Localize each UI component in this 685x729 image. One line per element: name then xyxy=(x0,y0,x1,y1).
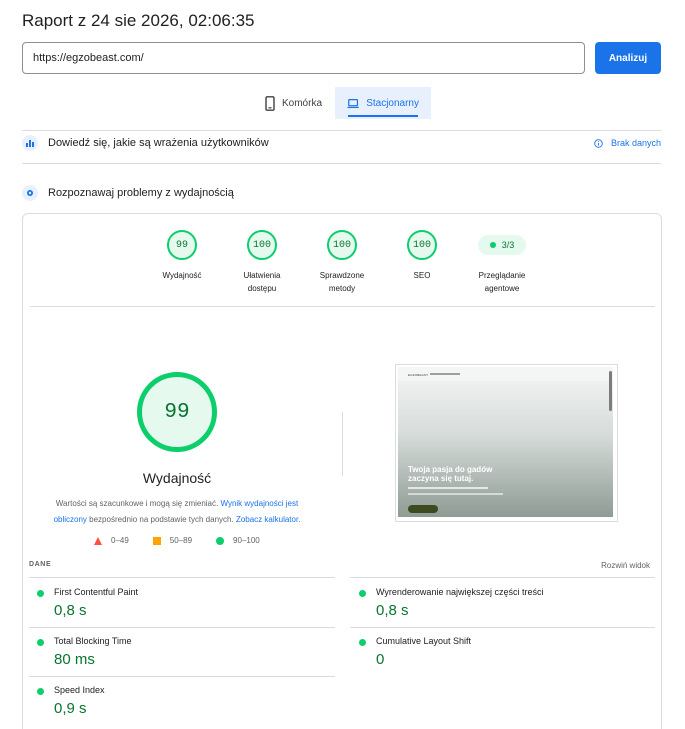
field-data-section: Dowiedź się, jakie są wrażenia użytkowni… xyxy=(22,135,661,151)
screenshot-nav xyxy=(430,373,460,375)
screenshot-image: EGZOBEAST Twoja pasja do gadów zaczyna s… xyxy=(398,367,613,517)
note-mid: bezpośrednio na podstawie tych danych. xyxy=(89,515,234,524)
metric-value: 0,8 s xyxy=(54,602,87,619)
pass-dot-icon xyxy=(359,639,366,646)
url-input[interactable] xyxy=(22,42,585,74)
laptop-icon xyxy=(347,98,359,108)
pass-dot-icon xyxy=(37,590,44,597)
category-label: Ułatwienia dostępu xyxy=(243,271,281,293)
metric-value: 0 xyxy=(376,651,385,668)
divider xyxy=(29,627,335,628)
note-prefix: Wartości są szacunkowe i mogą się zmieni… xyxy=(55,499,219,508)
category-score: 100 xyxy=(247,230,277,260)
metric-name: First Contentful Paint xyxy=(54,587,139,597)
pass-dot-icon xyxy=(489,242,496,248)
category-label: Sprawdzone metody xyxy=(319,271,365,293)
legend-fail: 0–49 xyxy=(94,536,129,545)
agentic-pill: 3/3 xyxy=(478,235,526,255)
category-score: 100 xyxy=(327,230,357,260)
category-score: 99 xyxy=(167,230,197,260)
expand-view-button[interactable]: Rozwiń widok xyxy=(601,561,650,570)
screenshot-subtext xyxy=(408,487,488,489)
tab-desktop[interactable]: Stacjonarny xyxy=(335,87,431,119)
divider xyxy=(350,627,655,628)
metric-value: 0,8 s xyxy=(376,602,409,619)
no-data-label: Brak danych xyxy=(610,138,661,148)
legend-average-label: 50–89 xyxy=(169,536,193,545)
pass-dot-icon xyxy=(37,688,44,695)
category-label: Wydajność xyxy=(162,271,202,280)
divider xyxy=(22,130,661,131)
metric-name: Speed Index xyxy=(54,685,105,695)
divider xyxy=(29,577,335,578)
divider xyxy=(22,163,661,164)
screenshot-scrollbar xyxy=(609,371,612,411)
category-best-practices[interactable]: 100 Sprawdzone metody xyxy=(297,230,387,295)
report-title: Raport z 24 sie 2026, 02:06:35 xyxy=(22,11,255,30)
legend-pass: 90–100 xyxy=(216,536,260,545)
circle-icon xyxy=(216,536,225,545)
category-score: 100 xyxy=(407,230,437,260)
active-tab-indicator xyxy=(348,115,418,117)
pass-dot-icon xyxy=(359,590,366,597)
metrics-header: DANE xyxy=(29,561,52,568)
final-screenshot[interactable]: EGZOBEAST Twoja pasja do gadów zaczyna s… xyxy=(395,364,618,522)
category-agentic-browsing[interactable]: 3/3 Przeglądanie agentowe xyxy=(457,230,547,295)
lab-data-title: Rozpoznawaj problemy z wydajnością xyxy=(48,187,234,199)
performance-gauge: 99 xyxy=(137,372,217,452)
divider xyxy=(350,577,655,578)
category-label: Przeglądanie agentowe xyxy=(478,271,526,293)
user-experience-icon xyxy=(22,135,38,151)
score-note: Wartości są szacunkowe i mogą się zmieni… xyxy=(46,496,308,528)
no-data-link[interactable]: Brak danych xyxy=(594,138,661,148)
category-accessibility[interactable]: 100 Ułatwienia dostępu xyxy=(217,230,307,295)
metric-value: 0,9 s xyxy=(54,700,87,717)
performance-label: Wydajność xyxy=(142,470,212,486)
score-legend: 0–49 50–89 90–100 xyxy=(94,536,284,545)
performance-icon xyxy=(22,185,38,201)
field-data-title: Dowiedź się, jakie są wrażenia użytkowni… xyxy=(48,137,269,149)
divider xyxy=(30,306,655,307)
legend-fail-label: 0–49 xyxy=(111,536,129,545)
metric-name: Cumulative Layout Shift xyxy=(376,636,472,646)
screenshot-cta xyxy=(408,505,438,513)
category-seo[interactable]: 100 SEO xyxy=(377,230,467,282)
triangle-icon xyxy=(94,536,102,545)
square-icon xyxy=(152,536,161,545)
info-icon xyxy=(594,138,603,148)
phone-icon xyxy=(265,95,275,111)
analyze-button[interactable]: Analizuj xyxy=(595,42,661,74)
pass-dot-icon xyxy=(37,639,44,646)
metric-value: 80 ms xyxy=(54,651,95,668)
screenshot-hero-text: Twoja pasja do gadów zaczyna się tutaj. xyxy=(408,465,493,483)
category-score: 3/3 xyxy=(501,240,515,250)
category-label: SEO xyxy=(413,271,431,280)
calculator-link[interactable]: Zobacz kalkulator. xyxy=(236,515,300,524)
legend-pass-label: 90–100 xyxy=(233,536,260,545)
tab-desktop-label: Stacjonarny xyxy=(366,97,419,109)
vertical-divider xyxy=(342,412,343,476)
divider xyxy=(29,676,335,677)
metric-name: Total Blocking Time xyxy=(54,636,132,646)
screenshot-logo: EGZOBEAST xyxy=(408,373,429,377)
tab-mobile-label: Komórka xyxy=(282,97,323,109)
category-performance[interactable]: 99 Wydajność xyxy=(137,230,227,282)
metric-name: Wyrenderowanie największej części treści xyxy=(376,587,544,597)
tab-mobile[interactable]: Komórka xyxy=(253,87,335,119)
lab-data-section: Rozpoznawaj problemy z wydajnością xyxy=(22,185,661,201)
legend-average: 50–89 xyxy=(152,536,193,545)
screenshot-subtext xyxy=(408,493,503,495)
